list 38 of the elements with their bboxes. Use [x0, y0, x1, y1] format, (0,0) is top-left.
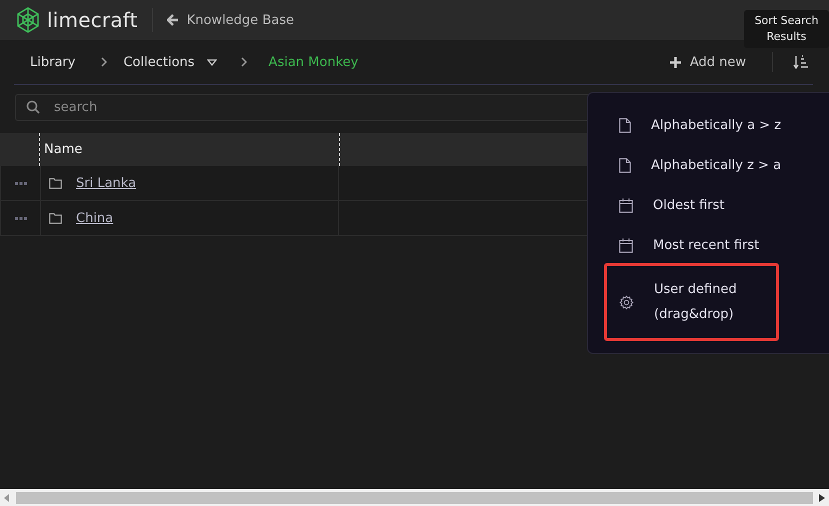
folder-icon	[49, 212, 62, 224]
logo-text: limecraft	[47, 8, 138, 32]
chevron-right-icon	[240, 57, 247, 67]
dropdown-caret-icon[interactable]	[206, 58, 217, 66]
more-icon[interactable]	[14, 182, 26, 184]
menu-item-label: Alphabetically z > a	[651, 156, 782, 174]
menu-item-label: Most recent first	[653, 236, 760, 254]
settings-icon	[619, 294, 634, 310]
back-link[interactable]: Knowledge Base	[166, 12, 294, 28]
chevron-right-icon	[101, 57, 108, 67]
menu-item[interactable]: User defined (drag&drop)	[604, 263, 779, 341]
breadcrumb-link[interactable]: Library	[14, 54, 76, 70]
document-icon	[619, 118, 631, 132]
menu-item[interactable]: Oldest first	[604, 189, 824, 221]
plus-icon	[670, 56, 681, 68]
logo-icon	[15, 7, 41, 33]
arrow-left-icon	[166, 14, 179, 26]
scroll-left-icon[interactable]	[4, 494, 10, 502]
scroll-right-icon[interactable]	[819, 494, 825, 502]
menu-item[interactable]: Most recent first	[604, 229, 824, 261]
folder-link[interactable]: China	[76, 210, 114, 226]
calendar-icon	[619, 238, 633, 252]
menu-item-label: User defined (drag&drop)	[654, 281, 738, 324]
column-header[interactable]: Name	[44, 142, 82, 157]
breadcrumb-link[interactable]: Collections	[107, 54, 195, 70]
add-new-button[interactable]: Add new	[670, 54, 746, 70]
menu-item[interactable]: Alphabetically z > a	[604, 149, 824, 181]
folder-link[interactable]: Sri Lanka	[76, 176, 136, 190]
document-icon	[619, 158, 631, 172]
menu-item-label: Oldest first	[653, 196, 724, 214]
tooltip: Sort Search Results	[744, 10, 829, 48]
sort-button[interactable]	[791, 53, 811, 71]
calendar-icon	[619, 198, 633, 212]
search-icon	[26, 100, 40, 114]
more-icon[interactable]	[14, 216, 26, 220]
breadcrumb-link[interactable]: Asian Monkey	[246, 54, 358, 70]
horizontal-scrollbar[interactable]	[0, 489, 829, 506]
folder-icon	[49, 178, 62, 188]
